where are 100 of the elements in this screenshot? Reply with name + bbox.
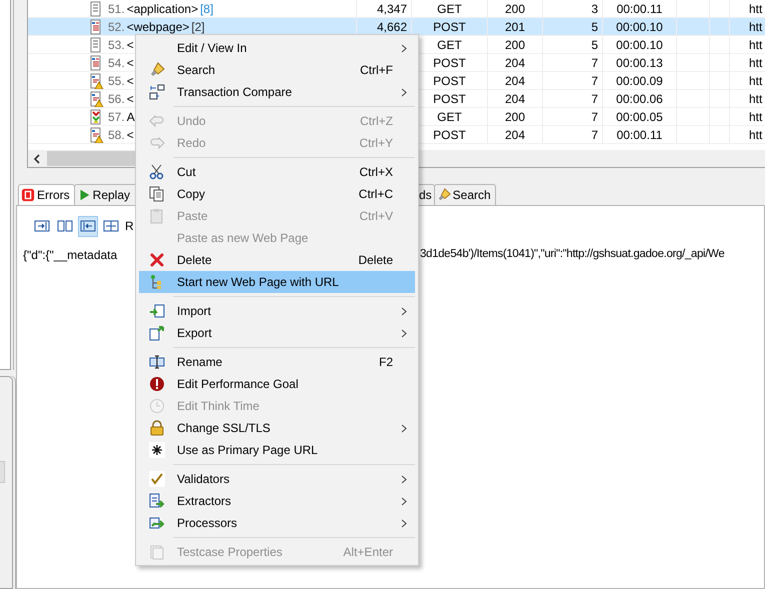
menu-item[interactable]: Processors — [139, 512, 415, 534]
document-warning-icon — [88, 90, 104, 106]
table-cell: htt — [749, 74, 762, 88]
document-warning-icon — [88, 72, 104, 88]
table-cell: POST — [433, 128, 466, 142]
toolbar-label: R — [125, 219, 134, 233]
chevron-right-icon — [401, 88, 407, 96]
table-cell: 204 — [504, 92, 526, 106]
table-cell: POST — [433, 92, 466, 106]
document-icon — [149, 544, 165, 560]
table-row[interactable]: 52. <webpage> [2] 4,662 POST 201 5 00:00.10 htt — [28, 18, 765, 36]
rename-icon — [149, 354, 165, 370]
error-icon — [21, 188, 35, 202]
scissors-icon — [149, 164, 165, 180]
chevron-right-icon — [401, 424, 407, 432]
table-cell: 7 — [591, 92, 598, 106]
table-cell: htt — [749, 92, 762, 106]
chevron-right-icon — [401, 518, 407, 528]
row-number: 58. — [108, 128, 125, 142]
toolbar-button[interactable] — [78, 216, 98, 236]
two-panes-icon — [149, 84, 165, 100]
row-name: A — [126, 110, 135, 124]
table-cell: 5 — [591, 38, 598, 52]
table-cell: 200 — [504, 110, 526, 124]
row-number: 53. — [108, 38, 125, 52]
columns-icon — [57, 218, 73, 234]
table-cell: htt — [749, 110, 762, 124]
menu-item[interactable]: Validators — [139, 468, 415, 490]
row-number: 52. — [108, 20, 125, 34]
export-icon — [149, 325, 165, 341]
row-name: < — [126, 38, 134, 52]
menu-item[interactable]: Cut Ctrl+X — [139, 161, 415, 183]
exclamation-icon — [149, 376, 165, 392]
lock-icon — [149, 420, 165, 436]
child-count: [8] — [200, 2, 214, 16]
chevron-right-icon — [401, 496, 407, 506]
align-left-icon — [80, 218, 96, 234]
checkmark-icon — [149, 471, 165, 487]
row-name: < — [126, 74, 134, 88]
row-number: 54. — [108, 56, 125, 70]
table-cell: htt — [749, 2, 762, 16]
table-cell: 200 — [504, 2, 526, 16]
row-number: 55. — [108, 74, 125, 88]
menu-item[interactable]: Change SSL/TLS — [139, 417, 415, 439]
highlighter-icon — [436, 188, 451, 202]
table-cell: 201 — [504, 20, 526, 34]
table-cell: GET — [437, 38, 462, 52]
redo-icon — [149, 135, 165, 151]
json-text: 3d1de54b')/Items(1041)","uri":"http://gshsuat.gadoe.org/_api/We — [420, 248, 724, 262]
panel-tab[interactable]: Search — [434, 184, 496, 205]
table-cell: 00:00.11 — [616, 2, 662, 16]
table-cell: 00:00.13 — [616, 56, 663, 70]
table-cell: 00:00.10 — [616, 20, 663, 34]
table-cell: GET — [437, 110, 462, 124]
menu-item[interactable]: Import — [139, 300, 415, 322]
row-name: < — [126, 92, 134, 106]
menu-item[interactable]: Edit / View In — [139, 37, 415, 59]
row-name: < — [126, 56, 134, 70]
table-cell: POST — [433, 74, 466, 88]
delete-icon — [149, 252, 165, 268]
row-name: <application> — [126, 2, 198, 16]
menu-item[interactable]: Delete Delete — [139, 249, 415, 271]
row-name: <webpage> — [126, 20, 190, 34]
table-cell: htt — [749, 56, 762, 70]
table-cell: POST — [433, 20, 466, 34]
child-count: [2] — [191, 20, 205, 34]
chevron-right-icon — [401, 306, 407, 316]
chevron-right-icon — [401, 44, 407, 52]
table-cell: 204 — [504, 56, 526, 70]
table-cell: htt — [749, 128, 762, 142]
documents-arrow-icon — [149, 515, 165, 531]
align-right-icon — [34, 218, 50, 234]
table-cell: 7 — [591, 110, 598, 124]
table-cell: 7 — [591, 128, 598, 142]
import-icon — [149, 303, 165, 319]
menu-item[interactable]: Edit Performance Goal — [139, 373, 415, 395]
table-cell: 204 — [504, 74, 526, 88]
table-cell: htt — [749, 20, 762, 34]
row-number: 57. — [108, 110, 125, 124]
table-cell: 00:00.11 — [616, 128, 662, 142]
menu-item[interactable]: Extractors — [139, 490, 415, 512]
table-cell: 00:00.09 — [616, 74, 663, 88]
chevron-right-icon — [401, 474, 407, 484]
menu-item[interactable]: Rename F2 — [139, 351, 415, 373]
table-cell: 4,347 — [376, 2, 407, 16]
chevron-right-icon — [401, 328, 407, 338]
expand-icon — [103, 218, 119, 234]
menu-item[interactable]: Export — [139, 322, 415, 344]
table-cell: 204 — [504, 128, 526, 142]
panel-tab[interactable]: Errors — [18, 184, 75, 205]
table-cell: 00:00.05 — [616, 110, 663, 124]
table-cell: 4,662 — [376, 20, 407, 34]
highlighter-icon — [149, 62, 165, 78]
row-number: 56. — [108, 92, 125, 106]
table-cell: 5 — [591, 20, 598, 34]
table-cell: POST — [433, 56, 466, 70]
json-text: {"d":{"__metadata — [23, 248, 118, 262]
menu-item[interactable]: Start new Web Page with URL — [139, 271, 415, 293]
table-cell: htt — [749, 38, 762, 52]
menu-item[interactable]: Use as Primary Page URL — [139, 439, 415, 461]
